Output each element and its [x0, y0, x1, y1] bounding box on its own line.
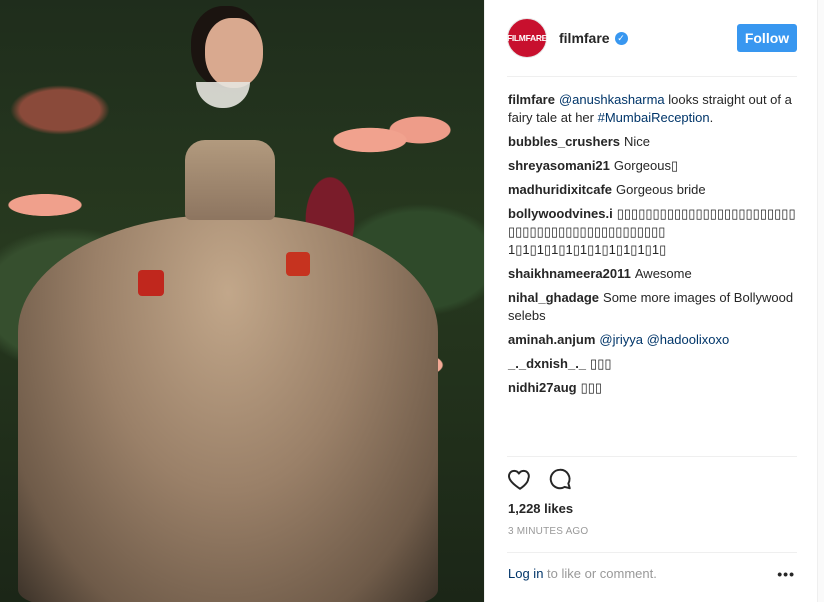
comment-item: bollywoodvines.i ▯▯▯▯▯▯▯▯▯▯▯▯▯▯▯▯▯▯▯▯▯▯▯▯… — [508, 205, 798, 259]
timestamp: 3 MINUTES AGO — [508, 526, 589, 537]
necklace-shape — [196, 82, 250, 108]
comment-text: Gorgeous▯ — [613, 158, 679, 173]
comment-item: nidhi27aug ▯▯▯ — [508, 379, 798, 397]
comment-item: nihal_ghadage Some more images of Bollywo… — [508, 289, 798, 325]
heart-icon[interactable] — [507, 466, 533, 492]
comment-username[interactable]: nihal_ghadage — [508, 290, 599, 305]
follow-button[interactable]: Follow — [737, 24, 797, 52]
comment-username[interactable]: shaikhnameera2011 — [508, 266, 631, 281]
post-side-panel: FILMFARE filmfare ✓ Follow filmfare @anus… — [484, 0, 818, 602]
likes-count[interactable]: 1,228 likes — [508, 501, 573, 516]
comment-username[interactable]: nidhi27aug — [508, 380, 577, 395]
bangles-left-shape — [138, 270, 164, 296]
right-margin — [818, 0, 824, 602]
comment-username[interactable]: _._dxnish_._ — [508, 356, 586, 371]
login-divider — [507, 552, 797, 553]
username-link[interactable]: filmfare — [559, 30, 610, 46]
login-text: to like or comment. — [543, 566, 657, 581]
comment-username[interactable]: madhuridixitcafe — [508, 182, 612, 197]
login-link[interactable]: Log in — [508, 566, 543, 581]
comment-text: Awesome — [634, 266, 692, 281]
comment-text: Nice — [624, 134, 651, 149]
comment-item: bubbles_crushers Nice — [508, 133, 798, 151]
head-shape — [205, 18, 263, 88]
caption-hashtag[interactable]: #MumbaiReception — [598, 110, 710, 125]
caption-mention[interactable]: @anushkasharma — [559, 92, 665, 107]
comment-item: aminah.anjum @jriyya @hadoolixoxo — [508, 331, 798, 349]
comment-item: shaikhnameera2011 Awesome — [508, 265, 798, 283]
comment-text: Gorgeous bride — [616, 182, 706, 197]
post-actions — [507, 466, 573, 492]
header-divider — [507, 76, 797, 77]
comments-list: filmfare @anushkasharma looks straight ou… — [508, 91, 798, 403]
comment-text: ▯▯▯ — [580, 380, 603, 395]
avatar[interactable]: FILMFARE — [507, 18, 547, 58]
comment-username[interactable]: bollywoodvines.i — [508, 206, 613, 221]
comment-icon[interactable] — [547, 466, 573, 492]
verified-badge-icon: ✓ — [614, 31, 628, 45]
comment-item: madhuridixitcafe Gorgeous bride — [508, 181, 798, 199]
comment-username[interactable]: aminah.anjum — [508, 332, 595, 347]
comment-item: shreyasomani21 Gorgeous▯ — [508, 157, 798, 175]
comment-item: _._dxnish_._ ▯▯▯ — [508, 355, 798, 373]
post-header: FILMFARE filmfare ✓ Follow — [507, 17, 797, 59]
post-photo[interactable] — [0, 0, 484, 602]
caption-username[interactable]: filmfare — [508, 92, 555, 107]
caption: filmfare @anushkasharma looks straight ou… — [508, 91, 798, 127]
actions-divider — [507, 456, 797, 457]
comment-username[interactable]: bubbles_crushers — [508, 134, 620, 149]
gown-shape — [18, 215, 438, 602]
login-prompt: Log in to like or comment. — [508, 566, 657, 581]
comment-mention[interactable]: @jriyya — [599, 332, 643, 347]
comment-mention[interactable]: @hadoolixoxo — [647, 332, 730, 347]
comment-username[interactable]: shreyasomani21 — [508, 158, 610, 173]
comment-text: ▯▯▯ — [590, 356, 612, 371]
more-options-icon[interactable]: ••• — [777, 566, 795, 582]
caption-end: . — [709, 110, 714, 125]
bodice-shape — [185, 140, 275, 220]
bangles-right-shape — [286, 252, 310, 276]
